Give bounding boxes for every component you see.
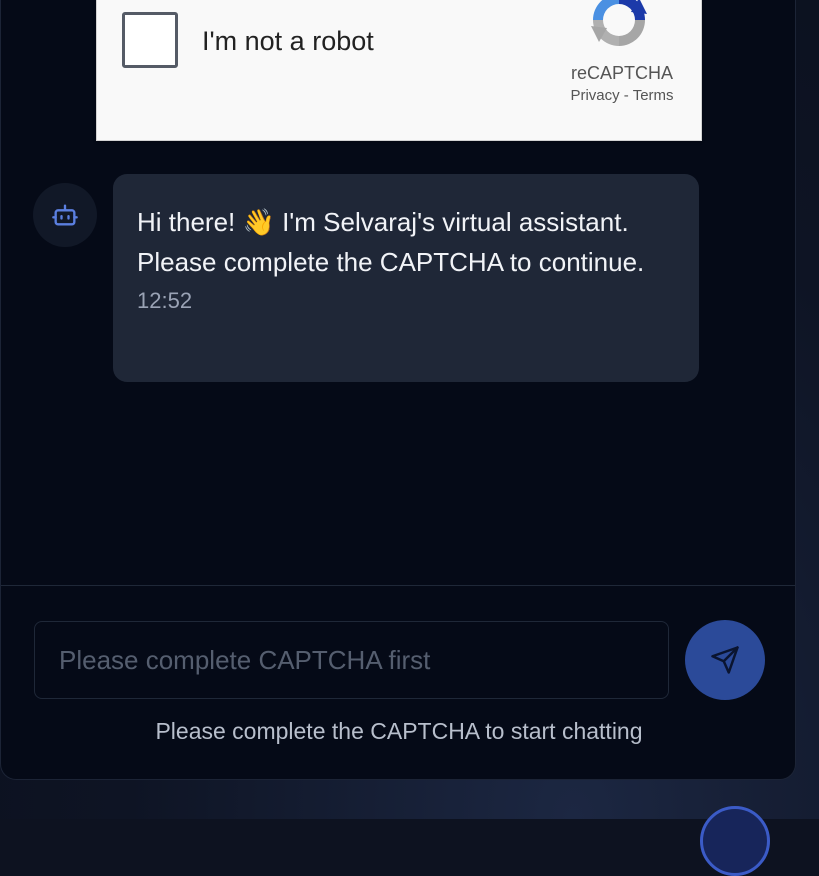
message-input[interactable]	[34, 621, 669, 699]
recaptcha-logo-icon	[591, 0, 647, 46]
message-timestamp: 12:52	[137, 288, 193, 313]
recaptcha-checkbox[interactable]	[122, 12, 178, 68]
recaptcha-brand: reCAPTCHA	[570, 63, 673, 83]
recaptcha-terms-link[interactable]: Terms	[633, 87, 674, 104]
recaptcha-links: Privacy - Terms	[552, 87, 692, 104]
recaptcha-widget: I'm not a robot reCAPTCHA Privacy - Term…	[96, 0, 702, 141]
message-text: Hi there! 👋 I'm Selvaraj's virtual assis…	[137, 207, 645, 277]
recaptcha-link-separator: -	[619, 87, 633, 104]
bot-avatar	[33, 183, 97, 247]
chat-panel: I'm not a robot reCAPTCHA Privacy - Term…	[0, 0, 796, 780]
recaptcha-privacy-link[interactable]: Privacy	[570, 87, 619, 104]
chat-launcher-button[interactable]	[700, 806, 770, 876]
send-icon	[711, 646, 739, 674]
send-button[interactable]	[685, 620, 765, 700]
robot-icon	[52, 204, 78, 226]
recaptcha-label: I'm not a robot	[202, 26, 374, 56]
composer-divider	[1, 585, 795, 586]
bot-message-bubble: Hi there! 👋 I'm Selvaraj's virtual assis…	[113, 174, 699, 382]
captcha-hint: Please complete the CAPTCHA to start cha…	[155, 718, 643, 744]
